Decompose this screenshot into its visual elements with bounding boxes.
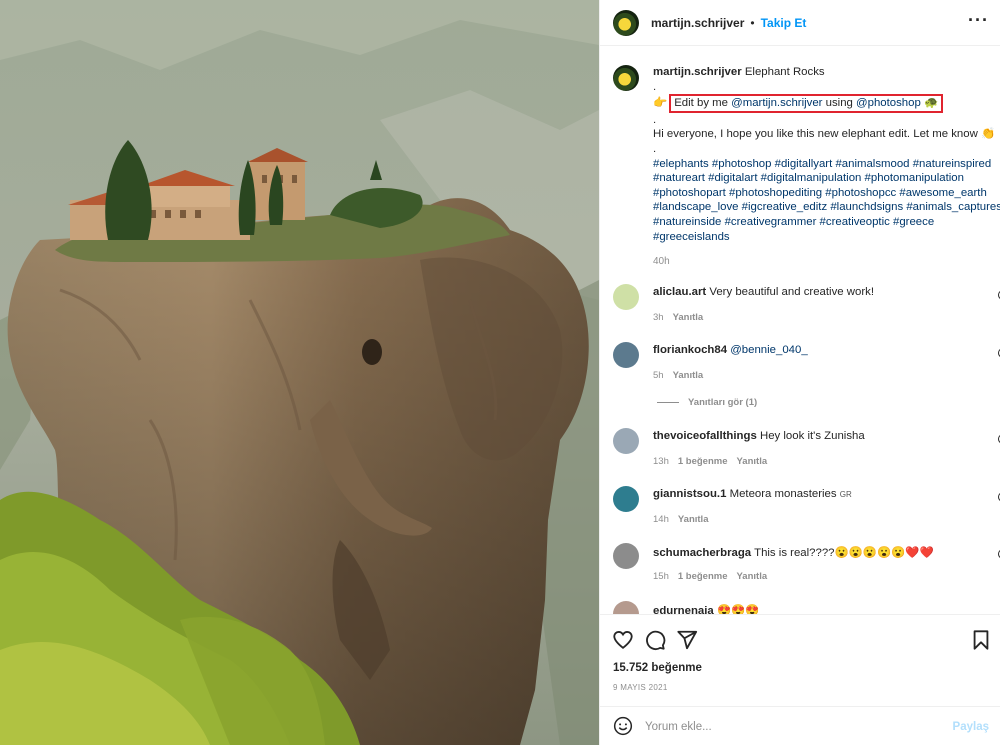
caption-username[interactable]: martijn.schrijver [653, 66, 742, 78]
post-image[interactable] [0, 0, 599, 745]
hashtag-list: #elephants #photoshop #digitallyart #ani… [653, 157, 1000, 245]
hashtag-link[interactable]: #photoshopediting [729, 187, 822, 199]
commenter-avatar[interactable] [613, 342, 639, 368]
commenter-username[interactable]: edurnenaia [653, 605, 714, 614]
hashtag-link[interactable]: #greeceislands [653, 231, 730, 243]
more-icon[interactable]: ··· [968, 11, 989, 29]
commenter-username[interactable]: thevoiceofallthings [653, 430, 757, 442]
edit-credit-highlight: Edit by me @martijn.schrijver using @pho… [669, 94, 944, 113]
caption-avatar[interactable] [613, 65, 639, 91]
comment-input[interactable] [645, 716, 935, 738]
commenter-avatar[interactable] [613, 486, 639, 512]
comment-icon[interactable] [644, 629, 666, 651]
hashtag-link[interactable]: #creativeoptic [820, 216, 890, 228]
hashtag-link[interactable]: #landscape_love [653, 201, 739, 213]
view-replies-label: Yanıtları gör (1) [688, 397, 758, 408]
commenter-username[interactable]: schumacherbraga [653, 547, 751, 559]
turtle-emoji: 🐢 [924, 97, 939, 110]
post-actions: 15.752 beğenme 9 MAYIS 2021 [600, 614, 1000, 706]
hashtag-link[interactable]: #natureart [653, 172, 705, 184]
post-comment-button[interactable]: Paylaş [953, 721, 989, 733]
caption-dot: . [653, 80, 657, 93]
post-header: martijn.schrijver • Takip Et ··· [600, 0, 1000, 46]
caption-dot: . [653, 113, 657, 126]
comment-likes[interactable]: 1 beğenme [678, 456, 728, 467]
commenter-avatar[interactable] [613, 543, 639, 569]
hashtag-link[interactable]: #igcreative_editz [742, 201, 827, 213]
hashtag-link[interactable]: #launchdsigns [830, 201, 903, 213]
share-icon[interactable] [676, 629, 698, 651]
hashtag-link[interactable]: #creativegrammer [725, 216, 817, 228]
view-replies-button[interactable]: Yanıtları gör (1) [657, 397, 757, 408]
author-username[interactable]: martijn.schrijver [651, 16, 744, 30]
post-detail-panel: martijn.schrijver • Takip Et ··· martijn… [599, 0, 1000, 745]
commenter-username[interactable]: aliclau.art [653, 286, 706, 298]
hashtag-link[interactable]: #greece [893, 216, 934, 228]
like-count[interactable]: 15.752 beğenme [613, 662, 702, 674]
comment-time: 3h [653, 312, 664, 323]
commenter-username[interactable]: floriankoch84 [653, 344, 727, 356]
caption-greeting: Hi everyone, I hope you like this new el… [653, 128, 996, 141]
hashtag-link[interactable]: #natureinspired [913, 158, 992, 170]
bookmark-icon[interactable] [970, 629, 992, 651]
commenter-avatar[interactable] [613, 284, 639, 310]
photoshop-mention-link[interactable]: @photoshop [856, 97, 921, 109]
post-date: 9 MAYIS 2021 [613, 683, 668, 692]
hashtag-link[interactable]: #photoshop [712, 158, 772, 170]
comment-text: This is real????😮😮😮😮😮❤️❤️ [754, 547, 934, 559]
flag-label: GR [839, 490, 852, 499]
hashtag-link[interactable]: #photoshopart [653, 187, 726, 199]
comments-list[interactable]: martijn.schrijver Elephant Rocks . 👉 Edit… [600, 47, 1000, 614]
caption-dot: . [653, 142, 657, 155]
comment-text: Meteora monasteries [729, 488, 840, 500]
hashtag-link[interactable]: #awesome_earth [899, 187, 986, 199]
comment-mention-link[interactable]: @bennie_040_ [730, 344, 807, 356]
comment-time: 5h [653, 370, 664, 381]
comment-time: 15h [653, 571, 669, 582]
smiley-icon[interactable] [613, 716, 633, 736]
hashtag-link[interactable]: #animalsmood [835, 158, 909, 170]
hashtag-link[interactable]: #digitallyart [775, 158, 833, 170]
heart-icon[interactable] [612, 629, 634, 651]
replies-divider [657, 402, 679, 403]
hashtag-link[interactable]: #animals_captures [906, 201, 1000, 213]
hashtag-link[interactable]: #photoshopcc [825, 187, 896, 199]
reply-button[interactable]: Yanıtla [737, 571, 768, 582]
caption-title: Elephant Rocks [744, 66, 825, 78]
follow-button[interactable]: Takip Et [761, 16, 807, 30]
edit-mention-link[interactable]: @martijn.schrijver [731, 97, 822, 109]
hashtag-link[interactable]: #digitalmanipulation [761, 172, 862, 184]
reply-button[interactable]: Yanıtla [673, 370, 704, 381]
hashtag-link[interactable]: #natureinside [653, 216, 721, 228]
commenter-username[interactable]: giannistsou.1 [653, 488, 726, 500]
author-avatar[interactable] [613, 9, 639, 36]
comment-time: 13h [653, 456, 669, 467]
commenter-avatar[interactable] [613, 601, 639, 614]
reply-button[interactable]: Yanıtla [673, 312, 704, 323]
hashtag-link[interactable]: #photomanipulation [865, 172, 964, 184]
point-emoji: 👉 [653, 97, 668, 110]
commenter-avatar[interactable] [613, 428, 639, 454]
comment-text: Hey look it's Zunisha [759, 430, 865, 442]
hashtag-link[interactable]: #digitalart [708, 172, 757, 184]
comment-text: Very beautiful and creative work! [709, 286, 874, 298]
reply-button[interactable]: Yanıtla [678, 514, 709, 525]
caption-time: 40h [653, 256, 670, 268]
add-comment-bar: Paylaş [600, 706, 1000, 745]
comment-time: 14h [653, 514, 669, 525]
comment-text: 😍😍😍 [716, 605, 760, 614]
elephant-rock-photo [0, 0, 599, 745]
separator-dot: • [750, 15, 755, 30]
edit-using: using [822, 97, 857, 110]
hashtag-link[interactable]: #elephants [653, 158, 709, 170]
comment-likes[interactable]: 1 beğenme [678, 571, 728, 582]
edit-prefix: Edit by me [674, 97, 732, 110]
reply-button[interactable]: Yanıtla [737, 456, 768, 467]
